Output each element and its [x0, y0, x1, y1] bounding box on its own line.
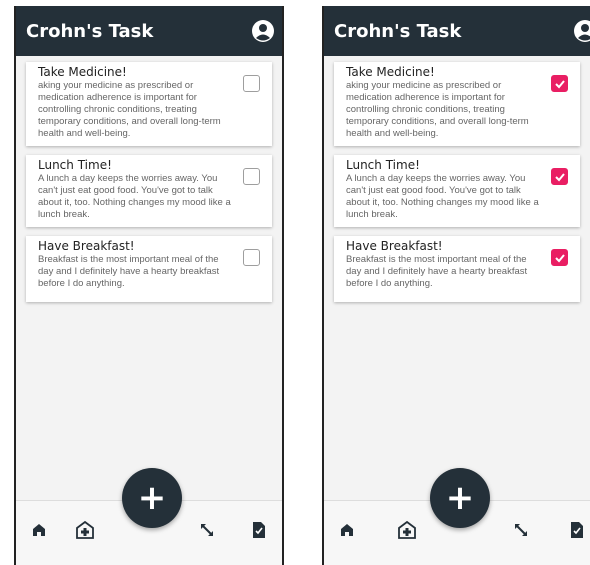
task-checkbox-checked[interactable] [551, 249, 568, 266]
task-list: Take Medicine! aking your medicine as pr… [324, 56, 590, 302]
hospital-icon[interactable] [74, 519, 96, 541]
add-task-button[interactable]: + [122, 468, 182, 528]
document-check-icon[interactable] [566, 519, 588, 541]
task-description: Breakfast is the most important meal of … [346, 254, 528, 289]
add-icon: + [445, 478, 475, 518]
task-card[interactable]: Lunch Time! A lunch a day keeps the worr… [26, 155, 272, 227]
check-icon [554, 172, 565, 181]
phone-screen-checked: Crohn's Task Take Medicine! aking your m… [322, 6, 590, 565]
task-title: Have Breakfast! [346, 239, 443, 253]
add-icon: + [137, 478, 167, 518]
app-bar: Crohn's Task [16, 6, 282, 56]
task-title: Take Medicine! [346, 65, 435, 79]
task-card[interactable]: Have Breakfast! Breakfast is the most im… [334, 236, 580, 302]
phone-screen-unchecked: Crohn's Task Take Medicine! aking your m… [14, 6, 284, 565]
task-card[interactable]: Take Medicine! aking your medicine as pr… [26, 62, 272, 146]
add-task-button[interactable]: + [430, 468, 490, 528]
task-checkbox[interactable] [243, 249, 260, 266]
task-title: Take Medicine! [38, 65, 127, 79]
account-icon[interactable] [250, 18, 276, 44]
task-description: aking your medicine as prescribed or med… [38, 80, 221, 139]
app-title: Crohn's Task [26, 20, 154, 42]
account-icon[interactable] [572, 18, 590, 44]
check-icon [554, 79, 565, 88]
task-title: Have Breakfast! [38, 239, 135, 253]
task-card[interactable]: Lunch Time! A lunch a day keeps the worr… [334, 155, 580, 227]
task-checkbox-checked[interactable] [551, 75, 568, 92]
task-description: A lunch a day keeps the worries away. Yo… [346, 173, 539, 220]
expand-arrows-icon[interactable] [510, 519, 532, 541]
task-description: A lunch a day keeps the worries away. Yo… [38, 173, 231, 220]
hospital-icon[interactable] [396, 519, 418, 541]
task-description: Breakfast is the most important meal of … [38, 254, 220, 289]
check-icon [554, 253, 565, 262]
home-icon[interactable] [28, 519, 50, 541]
document-check-icon[interactable] [248, 519, 270, 541]
task-description: aking your medicine as prescribed or med… [346, 80, 529, 139]
task-card[interactable]: Take Medicine! aking your medicine as pr… [334, 62, 580, 146]
task-list: Take Medicine! aking your medicine as pr… [16, 56, 282, 302]
task-title: Lunch Time! [346, 158, 420, 172]
app-bar: Crohn's Task [324, 6, 590, 56]
home-icon[interactable] [336, 519, 358, 541]
task-title: Lunch Time! [38, 158, 112, 172]
expand-arrows-icon[interactable] [196, 519, 218, 541]
task-checkbox-checked[interactable] [551, 168, 568, 185]
task-card[interactable]: Have Breakfast! Breakfast is the most im… [26, 236, 272, 302]
task-checkbox[interactable] [243, 75, 260, 92]
task-checkbox[interactable] [243, 168, 260, 185]
app-title: Crohn's Task [334, 20, 462, 42]
